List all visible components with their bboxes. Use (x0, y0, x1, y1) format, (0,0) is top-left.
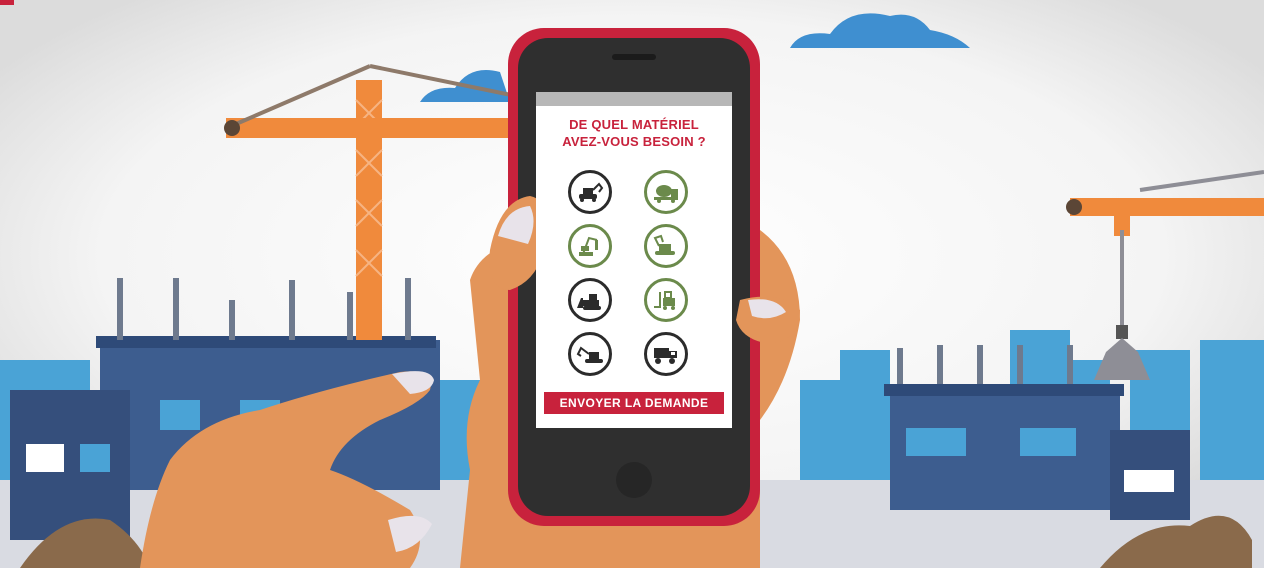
send-request-button[interactable]: ENVOYER LA DEMANDE (544, 392, 724, 414)
mini-excavator-icon (579, 182, 604, 202)
crawler-excavator-icon (576, 346, 603, 363)
status-bar (536, 92, 732, 106)
home-button (616, 462, 652, 498)
crawler-excavator-button[interactable] (568, 332, 612, 376)
bulldozer-button[interactable] (568, 278, 612, 322)
mini-excavator-button[interactable] (568, 170, 612, 214)
drilling-rig-button[interactable] (568, 224, 612, 268)
forklift-icon (654, 291, 675, 310)
app-screen: DE QUEL MATÉRIEL AVEZ-VOUS BESOIN ? ENVO… (536, 92, 732, 428)
excavator-icon (653, 234, 675, 255)
forklift-button[interactable] (644, 278, 688, 322)
bulldozer-icon (577, 294, 601, 310)
illustration-scene: DE QUEL MATÉRIEL AVEZ-VOUS BESOIN ? ENVO… (0, 0, 1264, 568)
drilling-rig-icon (579, 236, 598, 256)
concrete-mixer-icon (654, 185, 678, 203)
excavator-button[interactable] (644, 224, 688, 268)
dump-truck-button[interactable] (644, 332, 688, 376)
concrete-mixer-button[interactable] (644, 170, 688, 214)
question-line-1: DE QUEL MATÉRIEL (569, 117, 699, 132)
dump-truck-icon (654, 348, 677, 364)
question-heading: DE QUEL MATÉRIEL AVEZ-VOUS BESOIN ? (536, 116, 732, 150)
question-line-2: AVEZ-VOUS BESOIN ? (562, 134, 706, 149)
equipment-grid (536, 170, 732, 380)
